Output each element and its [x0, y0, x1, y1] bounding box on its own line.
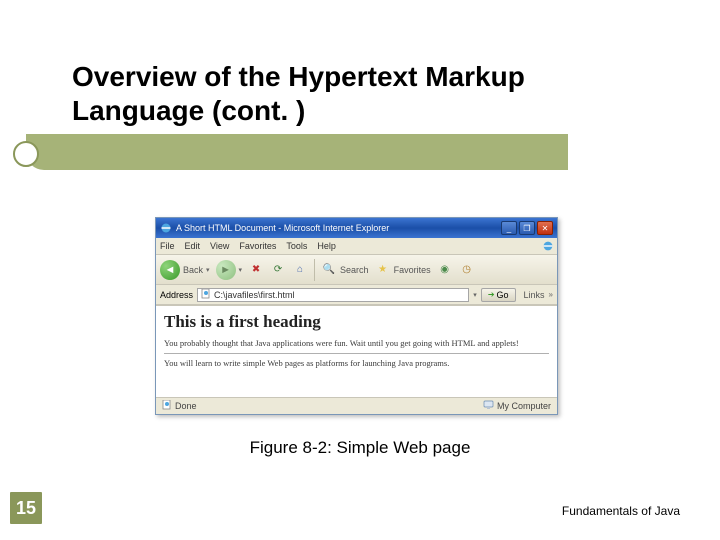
title-underline-decoration	[26, 134, 568, 170]
address-bar: Address C:\javafiles\first.html ▾ ➔ Go L…	[156, 285, 557, 305]
menu-file[interactable]: File	[160, 241, 175, 251]
content-divider	[164, 353, 549, 354]
favorites-button[interactable]: ★ Favorites	[375, 262, 431, 278]
ie-logo-icon	[160, 222, 172, 234]
forward-button[interactable]: ► ▾	[216, 260, 243, 280]
search-button[interactable]: 🔍 Search	[321, 262, 369, 278]
window-title-text: A Short HTML Document - Microsoft Intern…	[176, 223, 389, 233]
home-button[interactable]: ⌂	[292, 262, 308, 278]
menu-view[interactable]: View	[210, 241, 229, 251]
stop-button[interactable]: ✖	[248, 262, 264, 278]
forward-arrow-icon: ►	[216, 260, 236, 280]
menu-bar: File Edit View Favorites Tools Help	[156, 238, 557, 255]
done-icon	[162, 400, 172, 412]
back-button[interactable]: ◄ Back ▾	[160, 260, 210, 280]
my-computer-icon	[483, 400, 494, 412]
back-arrow-icon: ◄	[160, 260, 180, 280]
ie-throbber-icon	[541, 239, 555, 253]
toolbar-separator	[314, 259, 315, 281]
status-left-text: Done	[175, 401, 197, 411]
status-right-text: My Computer	[497, 401, 551, 411]
links-label[interactable]: Links	[524, 290, 545, 300]
figure-screenshot: A Short HTML Document - Microsoft Intern…	[155, 217, 558, 415]
window-titlebar: A Short HTML Document - Microsoft Intern…	[156, 218, 557, 238]
slide-footer-text: Fundamentals of Java	[562, 504, 680, 518]
go-arrow-icon: ➔	[488, 290, 495, 299]
menu-tools[interactable]: Tools	[286, 241, 307, 251]
address-path: C:\javafiles\first.html	[214, 290, 295, 300]
search-label: Search	[340, 265, 369, 275]
status-bar: Done My Computer	[156, 397, 557, 414]
menu-help[interactable]: Help	[317, 241, 336, 251]
figure-caption: Figure 8-2: Simple Web page	[0, 438, 720, 458]
slide-number-badge: 15	[10, 492, 42, 524]
content-paragraph-2: You will learn to write simple Web pages…	[164, 358, 549, 369]
menu-favorites[interactable]: Favorites	[239, 241, 276, 251]
page-content: This is a first heading You probably tho…	[156, 305, 557, 397]
slide-title: Overview of the Hypertext Markup Languag…	[72, 60, 632, 127]
dropdown-icon: ▾	[206, 266, 210, 274]
minimize-button[interactable]: _	[501, 221, 517, 235]
favorites-label: Favorites	[394, 265, 431, 275]
refresh-button[interactable]: ⟳	[270, 262, 286, 278]
history-button[interactable]: ◷	[459, 262, 475, 278]
back-label: Back	[183, 265, 203, 275]
page-icon	[201, 289, 211, 301]
star-icon: ★	[375, 262, 391, 278]
address-label: Address	[160, 290, 193, 300]
content-paragraph-1: You probably thought that Java applicati…	[164, 338, 549, 349]
media-button[interactable]: ◉	[437, 262, 453, 278]
dropdown-icon: ▾	[239, 266, 243, 274]
ie-window: A Short HTML Document - Microsoft Intern…	[155, 217, 558, 415]
go-button[interactable]: ➔ Go	[481, 288, 516, 302]
menu-edit[interactable]: Edit	[185, 241, 201, 251]
search-icon: 🔍	[321, 262, 337, 278]
close-button[interactable]: ✕	[537, 221, 553, 235]
address-dropdown-icon[interactable]: ▾	[473, 291, 477, 299]
links-chevron-icon[interactable]: »	[549, 290, 553, 299]
toolbar: ◄ Back ▾ ► ▾ ✖ ⟳ ⌂ 🔍 Search ★ Favorites …	[156, 255, 557, 285]
address-input[interactable]: C:\javafiles\first.html	[197, 288, 469, 302]
go-label: Go	[497, 290, 509, 300]
content-heading: This is a first heading	[164, 312, 549, 332]
maximize-button[interactable]: ❐	[519, 221, 535, 235]
